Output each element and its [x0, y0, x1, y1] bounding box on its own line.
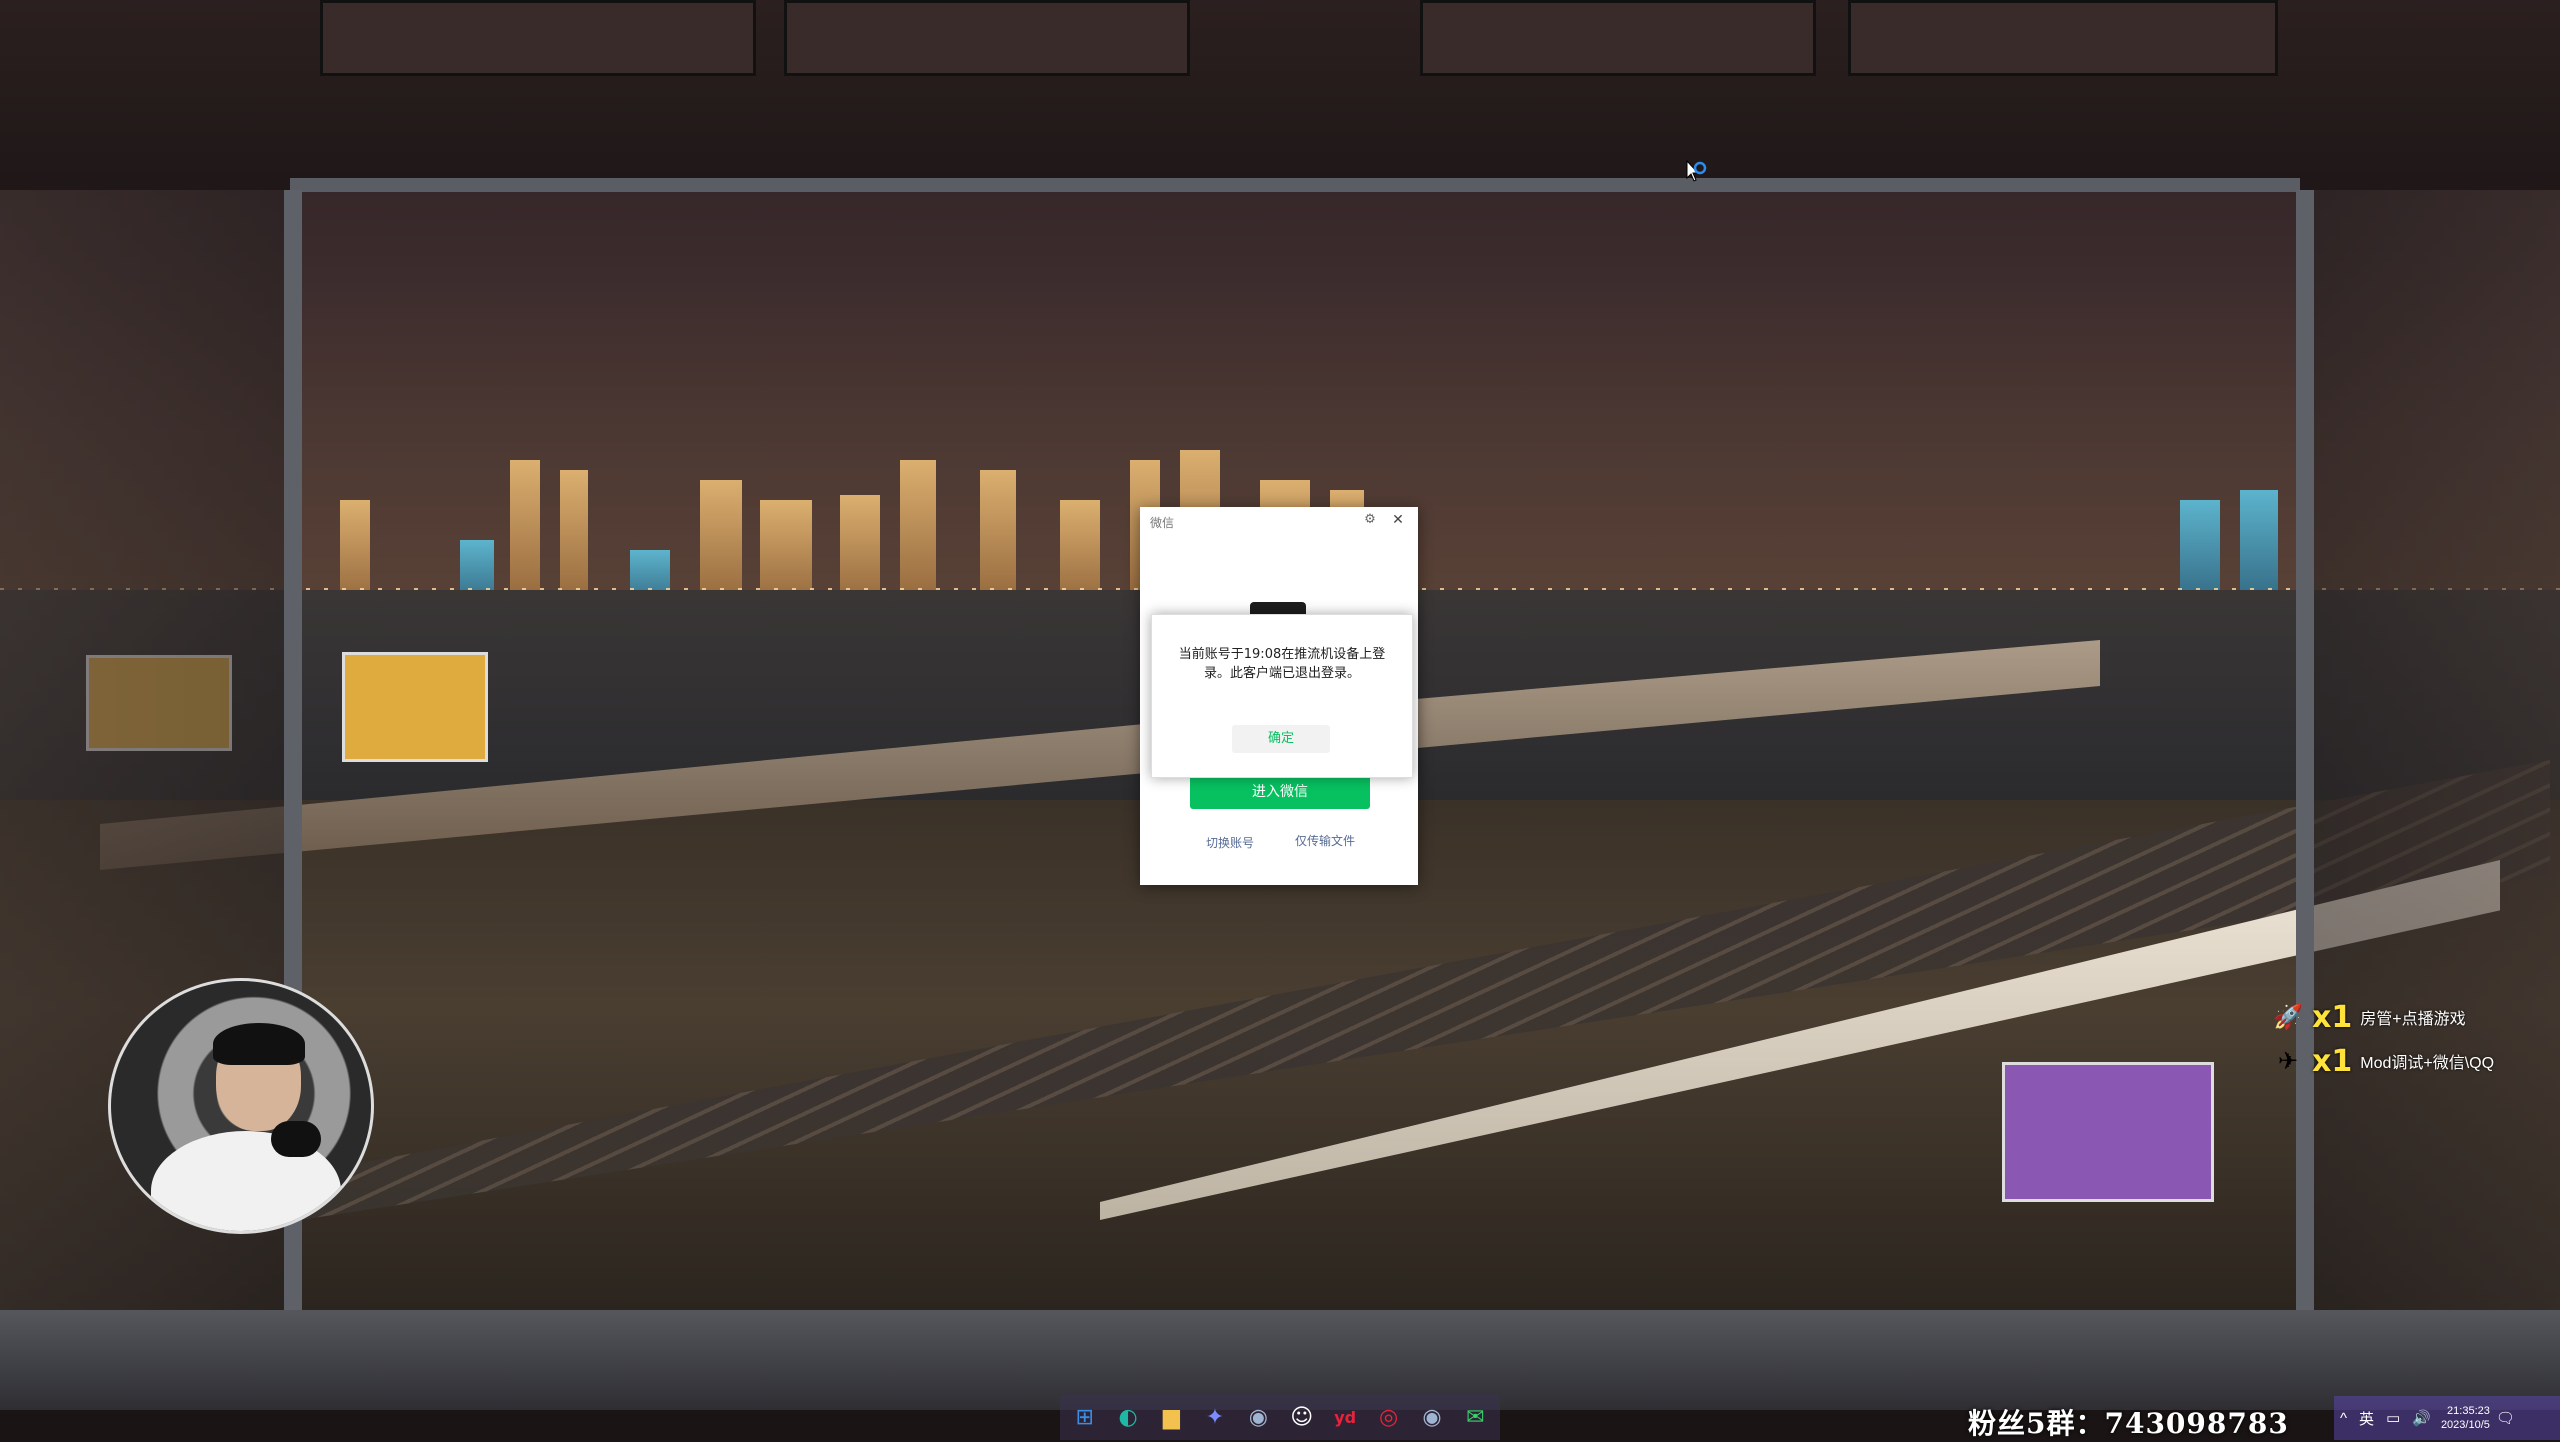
settings-icon[interactable]: ⚙ [1361, 511, 1379, 529]
webcam-overlay [108, 978, 374, 1234]
window-mullion [2296, 190, 2314, 1320]
edge-icon[interactable]: ◐ [1109, 1398, 1146, 1436]
window-frame-top [0, 0, 2560, 190]
window-frame-right [2300, 190, 2560, 1340]
netease-music-icon[interactable]: ◎ [1370, 1398, 1407, 1436]
clock-time: 21:35:23 [2447, 1405, 2490, 1417]
youdao-icon[interactable]: yd [1326, 1398, 1363, 1436]
wechat-icon[interactable]: ✉ [1457, 1398, 1494, 1436]
app-icon[interactable]: ✦ [1196, 1398, 1233, 1436]
enter-wechat-button[interactable]: 进入微信 [1190, 775, 1370, 809]
network-icon[interactable]: ▭ [2386, 1409, 2400, 1427]
volume-icon[interactable]: 🔊 [2412, 1409, 2431, 1427]
plane-gift-icon: ✈ [2277, 1047, 2299, 1075]
confirm-button[interactable]: 确定 [1232, 725, 1330, 753]
switch-account-link[interactable]: 切换账号 [1206, 834, 1254, 851]
notification-icon[interactable]: 🗨 [2496, 1409, 2515, 1427]
logout-alert-dialog: 当前账号于19:08在推流机设备上登录。此客户端已退出登录。 确定 [1151, 614, 1413, 778]
system-tray: ^ 英 ▭ 🔊 21:35:23 2023/10/5 🗨 [2334, 1396, 2560, 1440]
steam-icon[interactable]: ◉ [1240, 1398, 1277, 1436]
microphone [271, 1121, 321, 1157]
ime-indicator[interactable]: 英 [2359, 1408, 2374, 1429]
gift-item: 🚀 x1 房管+点播游戏 [2270, 1000, 2560, 1035]
transfer-files-only-link[interactable]: 仅传输文件 [1295, 832, 1355, 849]
fan-group-text: 粉丝5群：743098783 [1968, 1407, 2289, 1440]
start-icon[interactable]: ⊞ [1066, 1398, 1103, 1436]
busy-cursor-icon [1686, 160, 1707, 182]
road-sign [2002, 1062, 2214, 1202]
alert-message: 当前账号于19:08在推流机设备上登录。此客户端已退出登录。 [1178, 647, 1386, 681]
chevron-up-icon[interactable]: ^ [2340, 1410, 2347, 1427]
road-sign [342, 652, 488, 762]
taskbar: ⊞ ◐ ▆ ✦ ◉ ☺ yd ◎ ◉ ✉ [1060, 1394, 1500, 1440]
qq-icon[interactable]: ☺ [1283, 1398, 1320, 1436]
rocket-gift-icon: 🚀 [2273, 1003, 2303, 1031]
close-icon[interactable]: ✕ [1389, 511, 1407, 529]
file-explorer-icon[interactable]: ▆ [1153, 1398, 1190, 1436]
window-frame-line [290, 178, 2300, 192]
steam2-icon[interactable]: ◉ [1413, 1398, 1450, 1436]
title-bar[interactable]: 微信 ⚙ ✕ [1140, 507, 1418, 533]
clock[interactable]: 21:35:23 2023/10/5 [2441, 1404, 2490, 1432]
gift-item: ✈ x1 Mod调试+微信\QQ [2270, 1044, 2560, 1079]
window-title: 微信 [1150, 516, 1175, 530]
clock-date: 2023/10/5 [2440, 1419, 2490, 1431]
